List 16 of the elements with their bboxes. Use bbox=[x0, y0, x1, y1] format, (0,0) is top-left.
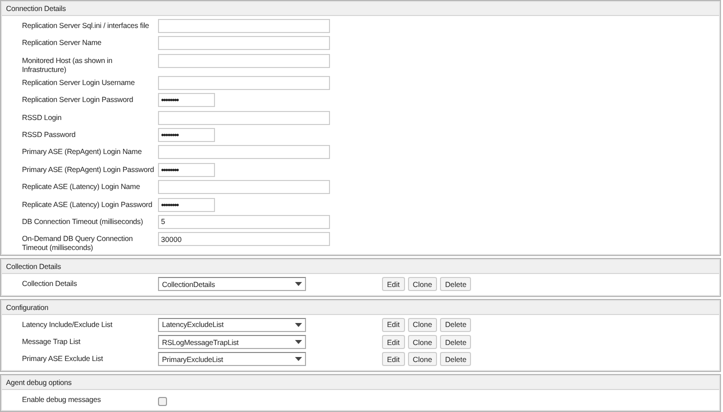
dropdown-arrow-icon bbox=[295, 282, 302, 286]
dropdown-arrow-icon bbox=[295, 357, 302, 362]
password-field[interactable]: •••••••• bbox=[158, 93, 215, 108]
password-field[interactable]: •••••••• bbox=[158, 198, 215, 212]
text-field[interactable] bbox=[158, 145, 330, 160]
password-field[interactable]: •••••••• bbox=[158, 128, 215, 142]
text-field[interactable] bbox=[158, 76, 330, 90]
dropdown-arrow-icon bbox=[295, 340, 302, 344]
dropdown-arrow-icon bbox=[295, 322, 302, 327]
text-field[interactable] bbox=[158, 54, 330, 68]
checkbox[interactable] bbox=[158, 396, 167, 406]
text-field[interactable] bbox=[158, 110, 330, 125]
text-field[interactable] bbox=[158, 19, 330, 33]
text-field[interactable] bbox=[158, 180, 330, 194]
text-field[interactable] bbox=[158, 36, 330, 50]
password-field[interactable]: •••••••• bbox=[158, 162, 215, 177]
